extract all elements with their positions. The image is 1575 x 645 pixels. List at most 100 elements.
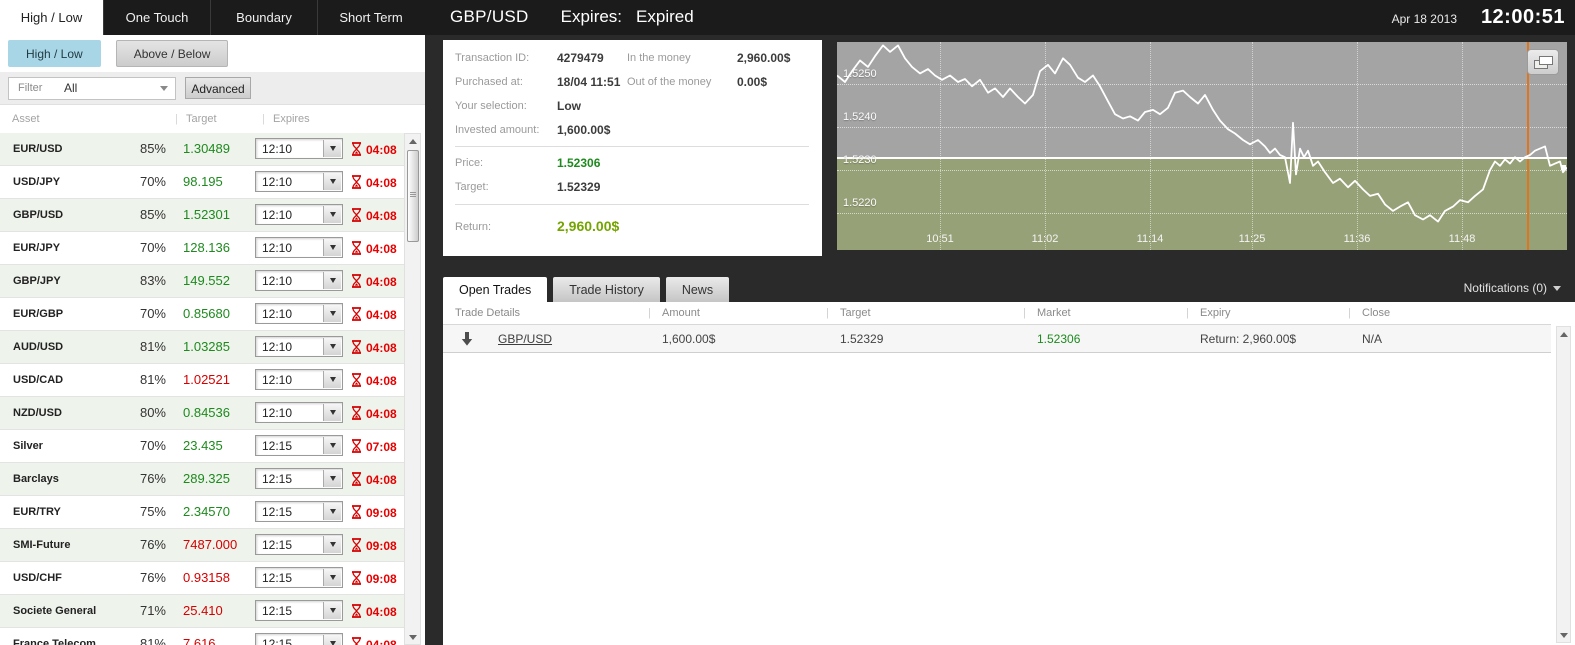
select-dropdown-button[interactable]: [323, 371, 341, 388]
scroll-down-arrow-icon[interactable]: [405, 630, 420, 644]
select-dropdown-button[interactable]: [323, 206, 341, 223]
expiry-time-value: 12:10: [262, 175, 293, 189]
scroll-up-arrow-icon[interactable]: [405, 134, 420, 148]
payout-percent: 85%: [139, 207, 166, 222]
countdown-timer: 04:08: [366, 407, 397, 421]
column-separator: |: [1023, 307, 1026, 319]
select-dropdown-button[interactable]: [323, 173, 341, 190]
notifications-toggle[interactable]: Notifications (0): [1464, 281, 1561, 295]
expiry-time-select[interactable]: 12:10: [255, 237, 343, 258]
expiry-time-select[interactable]: 12:10: [255, 204, 343, 225]
asset-row-usd-chf[interactable]: USD/CHF 76% 0.93158 12:15 09:08: [0, 562, 404, 595]
asset-row-nzd-usd[interactable]: NZD/USD 80% 0.84536 12:10 04:08: [0, 397, 404, 430]
expiry-time-value: 12:10: [262, 142, 293, 156]
tab-open-trades[interactable]: Open Trades: [443, 277, 548, 302]
hourglass-icon: [351, 571, 362, 590]
target-price: 289.325: [183, 471, 230, 486]
asset-row-silver[interactable]: Silver 70% 23.435 12:15 07:08: [0, 430, 404, 463]
select-dropdown-button[interactable]: [323, 536, 341, 553]
tab-boundary[interactable]: Boundary: [210, 0, 317, 35]
asset-name: AUD/USD: [13, 341, 64, 353]
asset-row-societe-general[interactable]: Societe General 71% 25.410 12:15 04:08: [0, 595, 404, 628]
return-value: 2,960.00$: [557, 218, 620, 234]
purchased-at-value: 18/04 11:51: [557, 75, 621, 89]
tab-trade-history[interactable]: Trade History: [553, 277, 660, 302]
tab-high-low[interactable]: High / Low: [0, 0, 103, 35]
tab-one-touch[interactable]: One Touch: [103, 0, 210, 35]
asset-row-eur-usd[interactable]: EUR/USD 85% 1.30489 12:10 04:08: [0, 133, 404, 166]
column-header-target: Target: [186, 113, 217, 125]
subtab-above-below[interactable]: Above / Below: [115, 40, 229, 67]
asset-row-aud-usd[interactable]: AUD/USD 81% 1.03285 12:10 04:08: [0, 331, 404, 364]
filter-select[interactable]: Filter All: [8, 77, 176, 100]
select-dropdown-button[interactable]: [323, 140, 341, 157]
select-dropdown-button[interactable]: [323, 272, 341, 289]
asset-row-gbp-usd[interactable]: GBP/USD 85% 1.52301 12:10 04:08: [0, 199, 404, 232]
expiry-time-select[interactable]: 12:15: [255, 501, 343, 522]
advanced-button[interactable]: Advanced: [185, 77, 251, 99]
asset-name: EUR/USD: [13, 143, 63, 155]
payout-percent: 70%: [139, 240, 166, 255]
select-dropdown-button[interactable]: [323, 437, 341, 454]
select-dropdown-button[interactable]: [323, 404, 341, 421]
asset-row-usd-jpy[interactable]: USD/JPY 70% 98.195 12:10 04:08: [0, 166, 404, 199]
expiry-time-value: 12:15: [262, 505, 293, 519]
expiry-time-select[interactable]: 12:10: [255, 171, 343, 192]
current-price-marker: [1561, 165, 1566, 170]
trades-scrollbar[interactable]: [1556, 326, 1571, 643]
select-dropdown-button[interactable]: [323, 635, 341, 645]
expiry-time-select[interactable]: 12:15: [255, 567, 343, 588]
asset-row-eur-jpy[interactable]: EUR/JPY 70% 128.136 12:10 04:08: [0, 232, 404, 265]
expiry-time-select[interactable]: 12:15: [255, 600, 343, 621]
hourglass-icon: [351, 175, 362, 194]
trade-asset-link[interactable]: GBP/USD: [498, 332, 552, 346]
expiry-time-select[interactable]: 12:10: [255, 138, 343, 159]
countdown-timer: 09:08: [366, 572, 397, 586]
expiry-time-select[interactable]: 12:10: [255, 402, 343, 423]
asset-row-gbp-jpy[interactable]: GBP/JPY 83% 149.552 12:10 04:08: [0, 265, 404, 298]
countdown-timer: 04:08: [366, 605, 397, 619]
asset-row-eur-gbp[interactable]: EUR/GBP 70% 0.85680 12:10 04:08: [0, 298, 404, 331]
scroll-up-arrow-icon[interactable]: [1557, 327, 1570, 341]
chart-popout-button[interactable]: [1527, 49, 1559, 75]
chevron-down-icon: [1553, 285, 1561, 291]
expiry-time-select[interactable]: 12:10: [255, 369, 343, 390]
asset-row-usd-cad[interactable]: USD/CAD 81% 1.02521 12:10 04:08: [0, 364, 404, 397]
expiry-time-select[interactable]: 12:15: [255, 534, 343, 555]
payout-percent: 76%: [139, 471, 166, 486]
asset-row-france-telecom[interactable]: France Telecom 81% 7.616 12:15 04:08: [0, 628, 404, 645]
tab-news[interactable]: News: [665, 277, 730, 302]
target-price: 0.84536: [183, 405, 230, 420]
expiry-time-select[interactable]: 12:15: [255, 633, 343, 645]
select-dropdown-button[interactable]: [323, 569, 341, 586]
asset-row-smi-future[interactable]: SMI-Future 76% 7487.000 12:15 09:08: [0, 529, 404, 562]
tab-short-term[interactable]: Short Term: [317, 0, 424, 35]
chevron-down-icon: [160, 86, 168, 91]
select-dropdown-button[interactable]: [323, 470, 341, 487]
select-dropdown-button[interactable]: [323, 239, 341, 256]
asset-row-eur-try[interactable]: EUR/TRY 75% 2.34570 12:15 09:08: [0, 496, 404, 529]
select-dropdown-button[interactable]: [323, 602, 341, 619]
in-the-money-value: 2,960.00$: [737, 51, 791, 65]
asset-name: France Telecom: [13, 638, 96, 645]
header-date: Apr 18 2013: [1391, 12, 1457, 26]
select-dropdown-button[interactable]: [323, 305, 341, 322]
asset-list-scrollbar[interactable]: [404, 133, 421, 645]
payout-percent: 80%: [139, 405, 166, 420]
filter-label: Filter: [18, 82, 43, 94]
select-dropdown-button[interactable]: [323, 503, 341, 520]
scrollbar-thumb[interactable]: [407, 150, 419, 242]
expiry-time-select[interactable]: 12:15: [255, 468, 343, 489]
expiry-time-select[interactable]: 12:10: [255, 270, 343, 291]
expiry-time-select[interactable]: 12:10: [255, 336, 343, 357]
asset-row-barclays[interactable]: Barclays 76% 289.325 12:15 04:08: [0, 463, 404, 496]
expiry-time-select[interactable]: 12:15: [255, 435, 343, 456]
trading-app: High / Low One Touch Boundary Short Term GB…: [0, 0, 1575, 645]
select-dropdown-button[interactable]: [323, 338, 341, 355]
scroll-down-arrow-icon[interactable]: [1557, 628, 1570, 642]
expiry-time-select[interactable]: 12:10: [255, 303, 343, 324]
hourglass-icon: [351, 340, 362, 359]
price-value: 1.52306: [557, 156, 601, 170]
subtab-high-low[interactable]: High / Low: [8, 40, 101, 67]
chevron-down-icon: [329, 377, 336, 382]
